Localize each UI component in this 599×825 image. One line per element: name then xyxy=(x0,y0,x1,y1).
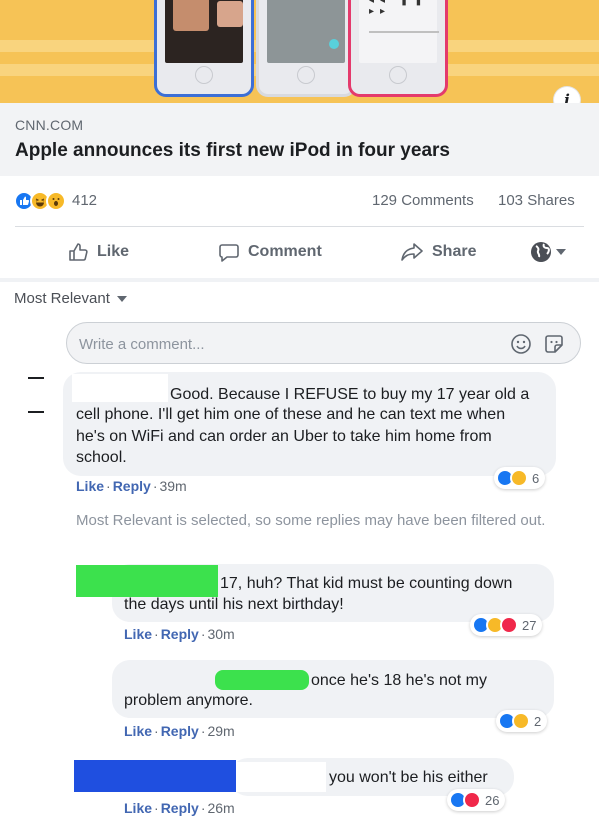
comment-text-line: he's on WiFi and can order an Uber to ta… xyxy=(76,428,492,445)
comment-like-link[interactable]: Like xyxy=(124,723,152,739)
cropped-avatar-edge xyxy=(28,377,44,379)
redacted-name xyxy=(215,670,309,690)
chevron-down-icon xyxy=(556,249,566,255)
comment-reply-link[interactable]: Reply xyxy=(161,626,199,642)
summary-divider xyxy=(15,226,584,227)
comment-reply-link[interactable]: Reply xyxy=(161,800,199,816)
love-reaction-icon xyxy=(463,791,481,809)
comment-actions: Like · Reply · 30m xyxy=(124,626,235,642)
comment-reaction-count: 27 xyxy=(522,617,537,633)
comment-text-line: 17, huh? That kid must be counting down xyxy=(220,575,513,592)
redacted-name xyxy=(72,374,168,402)
post-action-bar: Like Comment Share xyxy=(0,230,599,274)
audience-selector[interactable] xyxy=(530,241,566,263)
comments-count[interactable]: 129 Comments xyxy=(372,192,474,209)
link-preview-image[interactable]: ◂◂ ❚❚ ▸▸ xyxy=(0,0,599,103)
comment-input[interactable] xyxy=(79,333,479,355)
comment-text-line: you won't be his either xyxy=(329,769,488,786)
comment-button-label: Comment xyxy=(248,243,322,260)
ipod-silver xyxy=(256,0,356,97)
ipod-blue xyxy=(154,0,254,97)
comment-reactions-pill[interactable]: 26 xyxy=(447,789,506,811)
comment-timestamp[interactable]: 29m xyxy=(207,723,234,739)
shares-count[interactable]: 103 Shares xyxy=(498,192,575,209)
link-preview-meta[interactable]: CNN.COM Apple announces its first new iP… xyxy=(0,103,599,176)
comment-button[interactable]: Comment xyxy=(218,240,322,264)
comment-like-link[interactable]: Like xyxy=(124,800,152,816)
comment-text-line: Good. Because I REFUSE to buy my 17 year… xyxy=(170,386,530,403)
comment-reactions-pill[interactable]: 2 xyxy=(496,710,548,732)
comment-reactions-pill[interactable]: 6 xyxy=(494,467,546,489)
comment-text-line: school. xyxy=(76,449,127,466)
comment-timestamp[interactable]: 39m xyxy=(159,478,186,494)
comment-reaction-count: 6 xyxy=(532,470,540,486)
comment-actions: Like · Reply · 39m xyxy=(76,478,187,494)
comment-text-line: problem anymore. xyxy=(124,692,253,709)
reaction-count[interactable]: 412 xyxy=(72,192,97,209)
redacted-name xyxy=(76,565,218,597)
wow-reaction-icon xyxy=(46,191,66,211)
ipod-red: ◂◂ ❚❚ ▸▸ xyxy=(348,0,448,97)
section-divider xyxy=(0,278,599,282)
comment-text-line: cell phone. I'll get him one of these an… xyxy=(76,406,506,423)
smiley-icon[interactable] xyxy=(509,332,533,356)
redacted-name xyxy=(74,760,236,792)
filter-notice: Most Relevant is selected, so some repli… xyxy=(76,512,546,529)
wow-reaction-icon xyxy=(512,712,530,730)
link-title[interactable]: Apple announces its first new iPod in fo… xyxy=(15,140,450,162)
reaction-summary: 412 129 Comments 103 Shares xyxy=(0,176,599,226)
love-reaction-icon xyxy=(500,616,518,634)
like-button[interactable]: Like xyxy=(67,240,129,264)
comment-reply-link[interactable]: Reply xyxy=(113,478,151,494)
comment-text-line: the days until his next birthday! xyxy=(124,596,344,613)
speech-bubble-icon xyxy=(219,244,239,262)
comment-timestamp[interactable]: 26m xyxy=(207,800,234,816)
like-button-label: Like xyxy=(97,243,130,260)
share-button[interactable]: Share xyxy=(400,240,476,264)
comment-reaction-count: 26 xyxy=(485,792,500,808)
share-arrow-icon xyxy=(401,243,423,261)
comment-timestamp[interactable]: 30m xyxy=(207,626,234,642)
cropped-avatar-edge xyxy=(28,411,44,413)
link-domain: CNN.COM xyxy=(15,117,84,133)
comment-actions: Like · Reply · 26m xyxy=(124,800,235,816)
caret-down-icon xyxy=(116,295,127,302)
haha-reaction-icon xyxy=(510,469,528,487)
comment-like-link[interactable]: Like xyxy=(124,626,152,642)
share-button-label: Share xyxy=(432,243,477,260)
comment-reply-link[interactable]: Reply xyxy=(161,723,199,739)
comment-reaction-count: 2 xyxy=(534,713,542,729)
sticker-icon[interactable] xyxy=(542,332,566,356)
comment-like-link[interactable]: Like xyxy=(76,478,104,494)
comment-reactions-pill[interactable]: 27 xyxy=(470,614,543,636)
thumbs-up-icon xyxy=(69,243,88,261)
globe-icon xyxy=(531,242,551,262)
comment-text-line: once he's 18 he's not my xyxy=(311,672,487,689)
redacted-name xyxy=(236,762,326,792)
comment-actions: Like · Reply · 29m xyxy=(124,723,235,739)
comment-composer[interactable] xyxy=(66,322,581,364)
comment-sort-label: Most Relevant xyxy=(14,290,110,307)
comment-sort-dropdown[interactable]: Most Relevant xyxy=(14,290,127,307)
